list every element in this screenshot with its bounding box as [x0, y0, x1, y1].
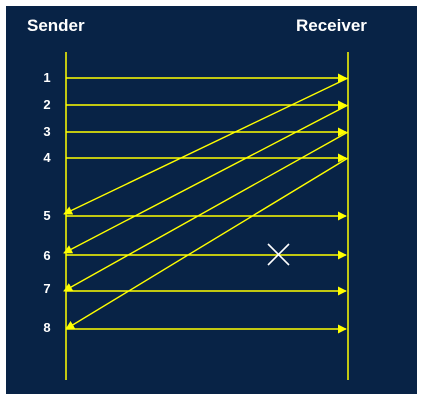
ack-arrow-1: [63, 77, 349, 215]
ack-arrow-4: [65, 157, 349, 330]
sequence-diagram: [63, 52, 349, 380]
ack-arrow-3: [63, 131, 349, 292]
ack-arrow-2: [63, 104, 349, 254]
diagram-canvas: Sender Receiver 1 2 3 4 5 6 7 8: [0, 0, 421, 400]
